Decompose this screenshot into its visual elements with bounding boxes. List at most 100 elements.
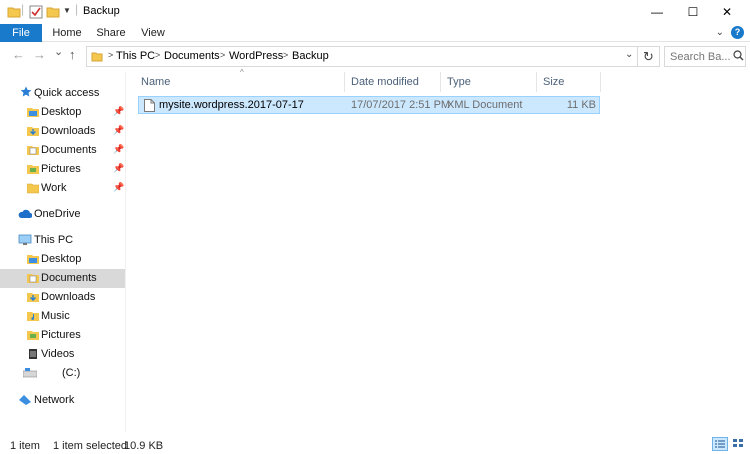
customize-toolbar-icon[interactable]: ▼: [63, 6, 71, 15]
sidebar-item-label: Network: [34, 394, 75, 406]
separator-icon: |: [75, 2, 79, 16]
selection-count: 1 item selected: [53, 440, 127, 452]
documents-folder-icon: [27, 272, 39, 287]
sidebar-item-documents[interactable]: Documents 📌: [0, 141, 125, 160]
navigation-pane: Quick access Desktop 📌 Downloads 📌 Docum…: [0, 72, 126, 432]
new-folder-icon[interactable]: [46, 5, 60, 21]
breadcrumb-backup[interactable]: Backup: [292, 50, 329, 62]
large-icons-view-button[interactable]: [731, 437, 747, 451]
help-icon[interactable]: ?: [731, 26, 744, 39]
pictures-folder-icon: [27, 163, 39, 178]
window-title: Backup: [83, 5, 120, 17]
xml-file-icon: [144, 99, 155, 115]
sidebar-item-label: This PC: [34, 234, 74, 246]
expand-ribbon-icon[interactable]: ⌄: [716, 27, 724, 38]
sidebar-item-drive-c[interactable]: (C:): [0, 364, 125, 383]
sidebar-item-desktop[interactable]: Desktop 📌: [0, 103, 125, 122]
folder-icon: [91, 50, 103, 65]
sidebar-item-quick-access[interactable]: Quick access: [0, 84, 125, 103]
separator-icon: |: [21, 2, 25, 16]
file-type: XML Document: [447, 99, 523, 111]
recent-locations-button[interactable]: ⌄: [54, 45, 63, 58]
downloads-folder-icon: [27, 291, 39, 306]
sidebar-item-downloads[interactable]: Downloads 📌: [0, 122, 125, 141]
column-header-date-modified[interactable]: Date modified: [345, 72, 441, 92]
desktop-folder-icon: [27, 253, 39, 268]
ribbon: File Home Share View ⌄ ?: [0, 24, 750, 42]
network-icon: [18, 394, 32, 409]
column-header-type[interactable]: Type: [441, 72, 537, 92]
sidebar-item-label: Documents: [41, 144, 97, 156]
close-button[interactable]: ✕: [704, 0, 750, 24]
sidebar-item-network[interactable]: Network: [0, 391, 125, 410]
sidebar-item-onedrive[interactable]: OneDrive: [0, 205, 125, 224]
sidebar-item-work[interactable]: Work 📌: [0, 179, 125, 198]
tab-home[interactable]: Home: [48, 24, 86, 42]
properties-icon[interactable]: [29, 5, 43, 22]
sidebar-item-label: Music: [41, 310, 70, 322]
pictures-folder-icon: [27, 329, 39, 344]
sidebar-item-label: OneDrive: [34, 208, 81, 220]
file-list: ^ Name Date modified Type Size mysite.wo…: [127, 68, 750, 432]
address-bar[interactable]: > This PC > Documents > WordPress > Back…: [86, 46, 638, 67]
column-header-name[interactable]: Name: [135, 72, 345, 92]
sidebar-item-pictures[interactable]: Pictures 📌: [0, 160, 125, 179]
videos-folder-icon: [27, 348, 39, 363]
folder-icon: [7, 5, 21, 21]
tab-view[interactable]: View: [136, 24, 170, 42]
breadcrumb-separator[interactable]: >: [155, 50, 160, 60]
sidebar-item-label: Work: [41, 182, 67, 194]
breadcrumb-this-pc[interactable]: This PC: [116, 50, 155, 62]
sidebar-item-label: Downloads: [41, 125, 96, 137]
sidebar-item-pictures[interactable]: Pictures: [0, 326, 125, 345]
table-row[interactable]: mysite.wordpress.2017-07-17 17/07/2017 2…: [138, 96, 600, 114]
breadcrumb-wordpress[interactable]: WordPress: [229, 50, 283, 62]
tab-file[interactable]: File: [0, 24, 42, 42]
selection-size: 10.9 KB: [124, 440, 164, 452]
sidebar-item-downloads[interactable]: Downloads: [0, 288, 125, 307]
pin-icon[interactable]: 📌: [113, 163, 124, 174]
breadcrumb-separator[interactable]: >: [283, 50, 288, 60]
file-date-modified: 17/07/2017 2:51 PM: [351, 99, 451, 111]
search-icon[interactable]: [733, 50, 744, 64]
sidebar-item-label: Desktop: [41, 106, 82, 118]
sidebar-item-desktop[interactable]: Desktop: [0, 250, 125, 269]
sidebar-item-label: Pictures: [41, 329, 81, 341]
sidebar-item-documents[interactable]: Documents: [0, 269, 125, 288]
back-button[interactable]: ←: [12, 47, 25, 62]
sidebar-item-label: Pictures: [41, 163, 81, 175]
desktop-folder-icon: [27, 106, 39, 121]
sidebar-item-music[interactable]: Music: [0, 307, 125, 326]
cloud-icon: [18, 209, 33, 222]
forward-button[interactable]: →: [33, 47, 46, 62]
sidebar-item-label: Desktop: [41, 253, 82, 265]
item-count: 1 item: [10, 440, 40, 452]
sidebar-item-this-pc[interactable]: This PC: [0, 231, 125, 250]
pin-icon[interactable]: 📌: [113, 106, 124, 117]
refresh-button[interactable]: ↻: [638, 46, 660, 67]
sidebar-item-label: Downloads: [41, 291, 96, 303]
sidebar-item-label: Videos: [41, 348, 75, 360]
status-bar: 1 item 1 item selected 10.9 KB: [0, 432, 750, 454]
sidebar-item-videos[interactable]: Videos: [0, 345, 125, 364]
up-button[interactable]: ↑: [69, 47, 76, 62]
pin-icon[interactable]: 📌: [113, 125, 124, 136]
address-row: ← → ⌄ ↑ > This PC > Documents > WordPres…: [0, 42, 750, 70]
details-view-button[interactable]: [712, 437, 728, 451]
tab-share[interactable]: Share: [92, 24, 130, 42]
breadcrumb-documents[interactable]: Documents: [164, 50, 220, 62]
star-icon: [20, 86, 32, 101]
address-dropdown-icon[interactable]: ⌄: [625, 49, 633, 60]
documents-folder-icon: [27, 144, 39, 159]
pin-icon[interactable]: 📌: [113, 182, 124, 193]
sidebar-item-label: Quick access: [34, 87, 100, 99]
column-header-size[interactable]: Size: [537, 72, 601, 92]
drive-icon: [22, 368, 38, 381]
folder-icon: [26, 182, 40, 197]
breadcrumb-separator[interactable]: >: [220, 50, 225, 60]
sidebar-item-label: Documents: [41, 272, 97, 284]
pin-icon[interactable]: 📌: [113, 144, 124, 155]
breadcrumb-separator[interactable]: >: [108, 50, 113, 60]
downloads-folder-icon: [27, 125, 39, 140]
sidebar-item-label: (C:): [62, 367, 81, 379]
